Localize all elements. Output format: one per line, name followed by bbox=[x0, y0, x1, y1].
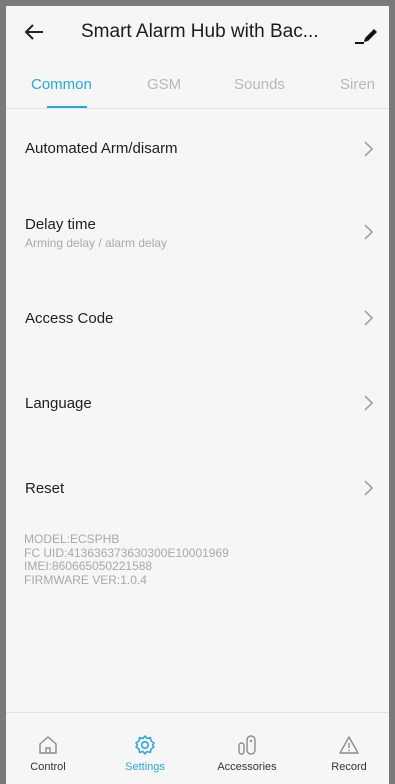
setting-label: Reset bbox=[25, 480, 65, 497]
nav-label: Control bbox=[30, 761, 66, 773]
nav-record[interactable]: Record bbox=[309, 713, 389, 784]
sensor-icon bbox=[238, 735, 256, 755]
imei-text: IMEI:860665050221588 bbox=[24, 559, 153, 573]
tab-gsm[interactable]: GSM bbox=[147, 76, 181, 93]
nav-label: Record bbox=[331, 761, 367, 773]
chevron-right-icon bbox=[364, 480, 374, 496]
tab-common[interactable]: Common bbox=[31, 76, 92, 93]
nav-accessories[interactable]: Accessories bbox=[207, 713, 287, 784]
chevron-right-icon bbox=[364, 224, 374, 240]
arrow-left-icon bbox=[24, 24, 43, 40]
pencil-icon bbox=[355, 29, 377, 44]
chevron-right-icon bbox=[364, 310, 374, 326]
setting-label: Delay time bbox=[25, 216, 96, 233]
back-button[interactable] bbox=[22, 20, 46, 44]
nav-control[interactable]: Control bbox=[8, 713, 88, 784]
edit-button[interactable] bbox=[351, 18, 379, 46]
setting-label: Language bbox=[25, 395, 92, 412]
chevron-right-icon bbox=[364, 395, 374, 411]
bottom-nav: Control Settings Accessories Record bbox=[6, 712, 389, 784]
setting-delay-time[interactable]: Delay time Arming delay / alarm delay bbox=[6, 206, 389, 254]
warning-icon bbox=[339, 736, 359, 754]
device-info: MODEL:ECSPHB FC UID:413636373630300E1000… bbox=[24, 532, 229, 587]
setting-reset[interactable]: Reset bbox=[6, 464, 389, 512]
divider bbox=[6, 108, 389, 109]
setting-automated-arm-disarm[interactable]: Automated Arm/disarm bbox=[6, 124, 389, 172]
gear-icon bbox=[135, 735, 155, 755]
setting-access-code[interactable]: Access Code bbox=[6, 294, 389, 342]
app-screen: Smart Alarm Hub with Bac... Common GSM S… bbox=[6, 6, 389, 784]
chevron-right-icon bbox=[364, 141, 374, 157]
top-bar: Smart Alarm Hub with Bac... bbox=[6, 6, 389, 58]
tab-siren[interactable]: Siren bbox=[340, 76, 375, 93]
page-title: Smart Alarm Hub with Bac... bbox=[81, 21, 319, 42]
fc-uid-text: FC UID:413636373630300E10001969 bbox=[24, 545, 229, 560]
home-icon bbox=[39, 736, 57, 754]
nav-label: Settings bbox=[125, 761, 165, 773]
nav-settings[interactable]: Settings bbox=[105, 713, 185, 784]
setting-label: Access Code bbox=[25, 310, 114, 327]
setting-sublabel: Arming delay / alarm delay bbox=[25, 236, 168, 250]
nav-label: Accessories bbox=[217, 761, 277, 773]
tab-sounds[interactable]: Sounds bbox=[234, 76, 285, 93]
tab-bar: Common GSM Sounds Siren bbox=[6, 68, 389, 108]
setting-label: Automated Arm/disarm bbox=[25, 140, 178, 157]
model-text: MODEL:ECSPHB bbox=[24, 532, 120, 546]
setting-language[interactable]: Language bbox=[6, 379, 389, 427]
firmware-text: FIRMWARE VER:1.0.4 bbox=[24, 572, 147, 587]
